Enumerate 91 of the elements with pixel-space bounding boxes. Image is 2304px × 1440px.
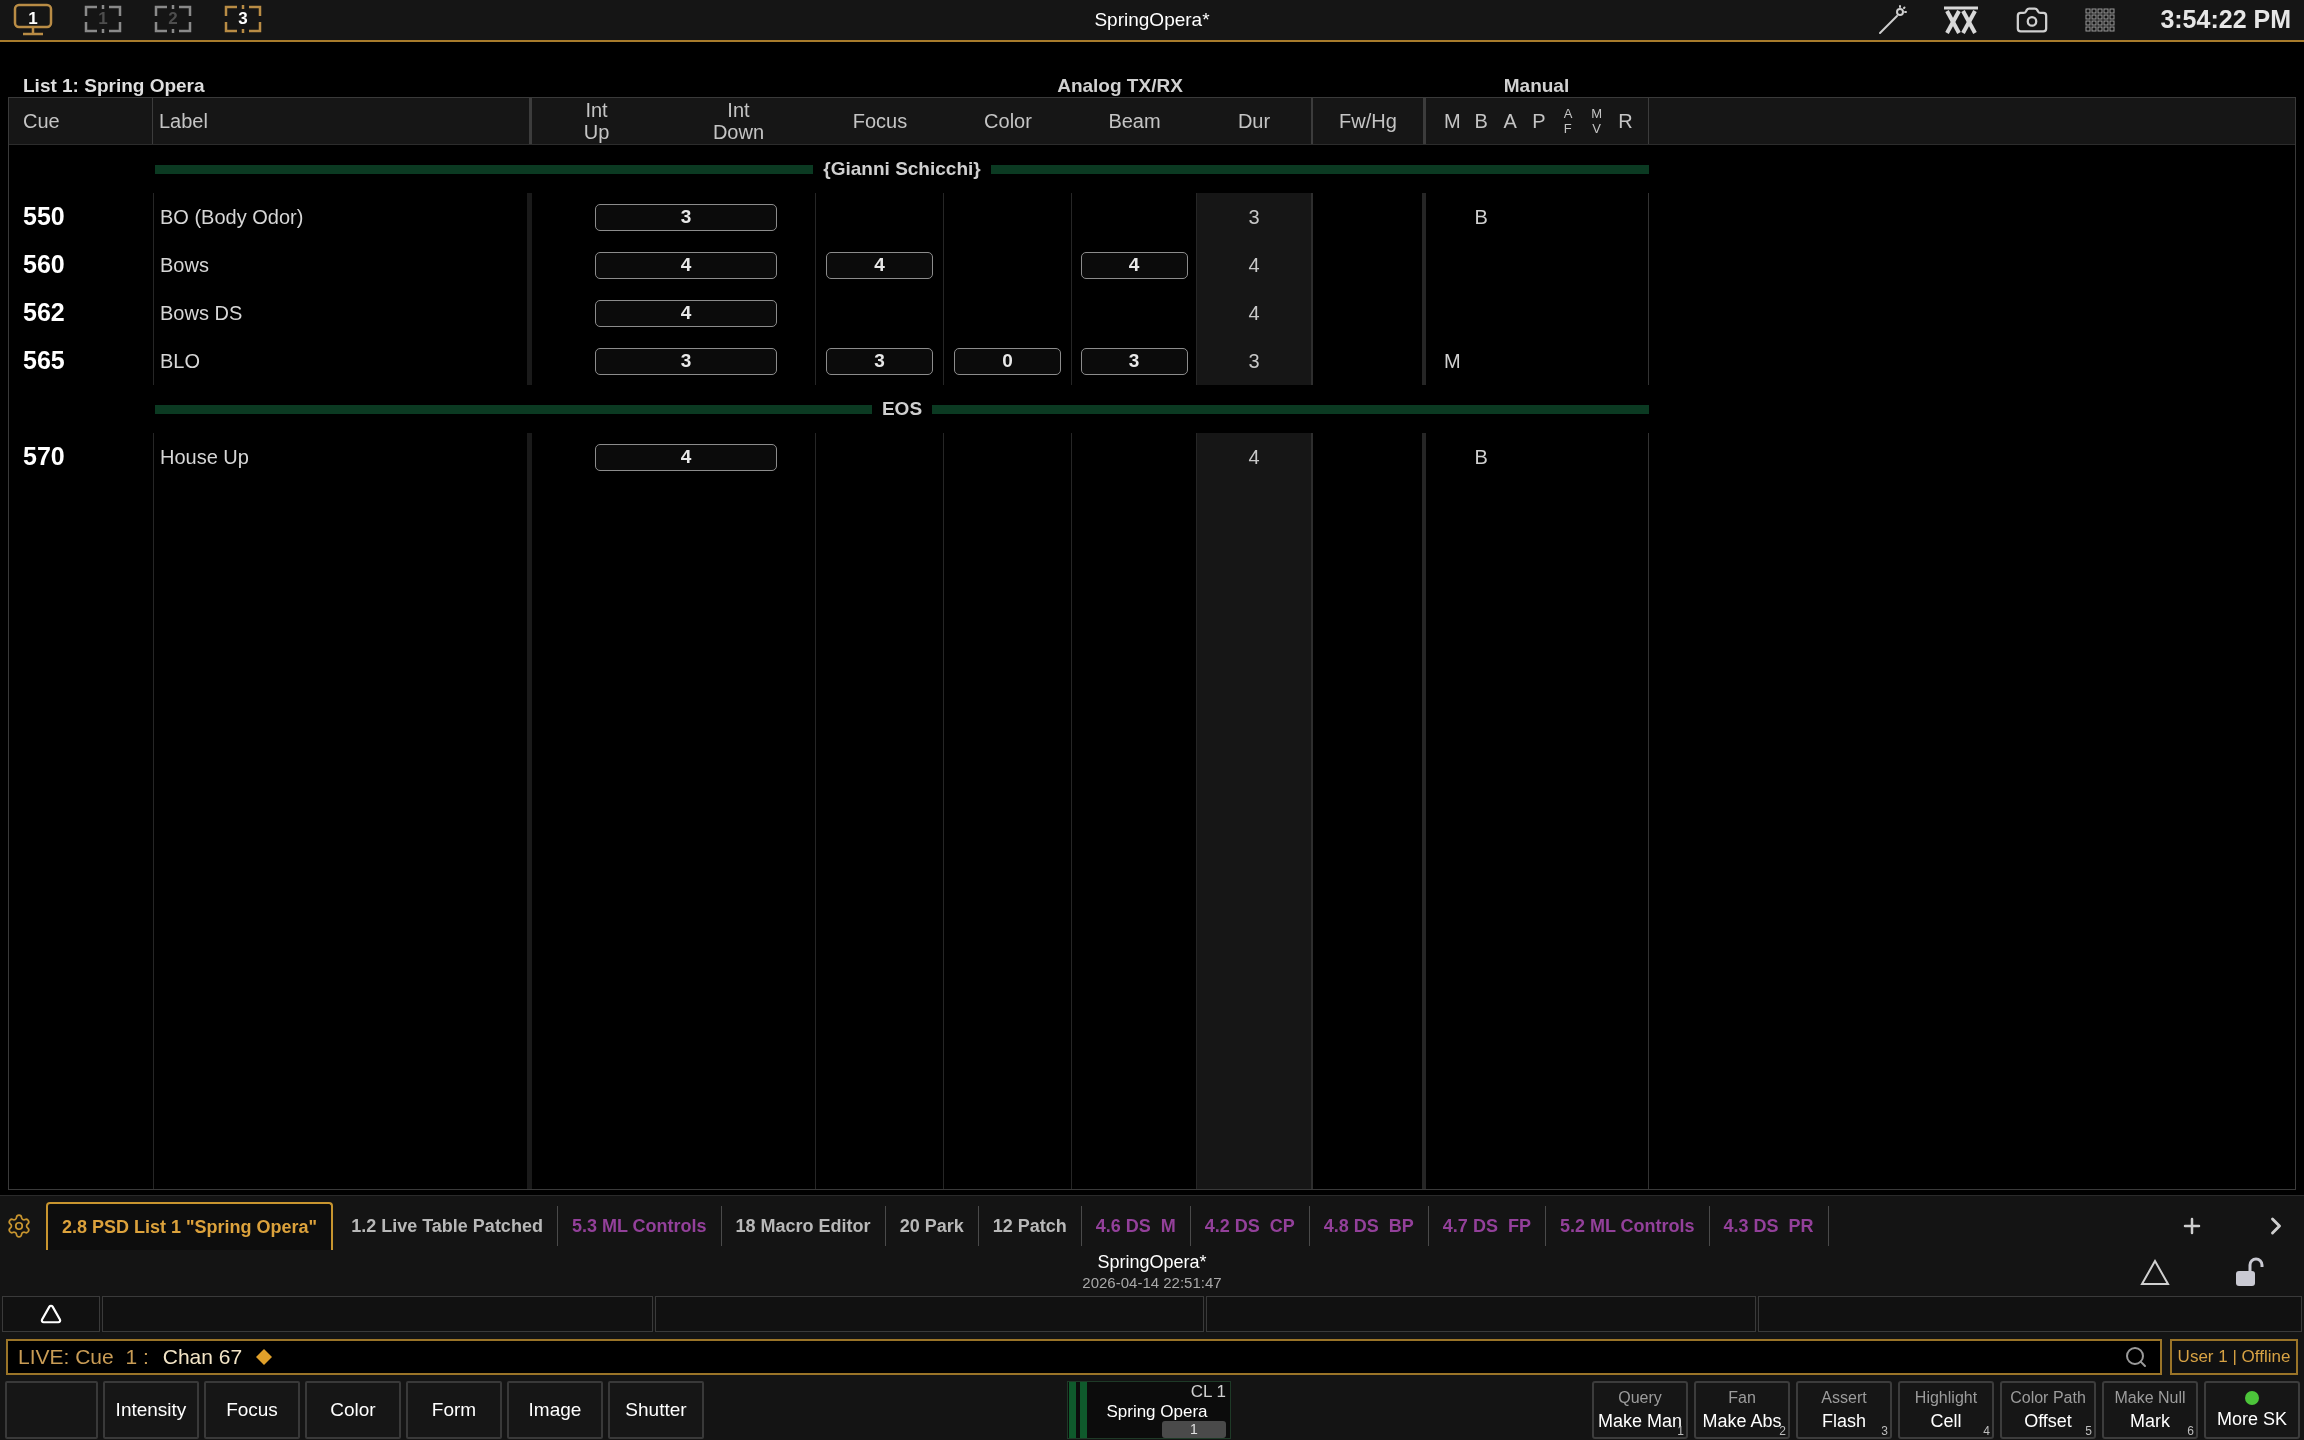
fader-value: 1 [1162,1421,1226,1438]
settings-icon[interactable] [6,1213,32,1239]
part-heading: EOS [880,396,924,421]
double-x-icon[interactable] [1943,6,1980,34]
duration-value: 4 [1248,445,1260,470]
column-header[interactable]: Fw/Hg [1339,106,1397,136]
focus-time: 4 [826,251,933,279]
softkey-button[interactable]: Highlight Cell 4 [1898,1381,1994,1439]
group-label: Analog TX/RX [1056,74,1184,98]
column-header[interactable]: A F [1563,106,1572,136]
cue-label: Bows DS [160,301,243,326]
fader-name: Spring Opera [1106,1402,1208,1421]
diamond-icon [256,1349,273,1365]
column-header[interactable]: Label [153,98,532,144]
monitor-icon [13,3,53,37]
category-button[interactable]: Form [406,1381,502,1439]
category-button[interactable]: Focus [204,1381,300,1439]
cue-label: BLO [160,349,201,374]
column-header[interactable]: Int Down [712,99,765,143]
column-header[interactable]: M [1444,106,1461,136]
wand-icon[interactable] [1877,5,1908,35]
column-header[interactable]: B [1474,106,1488,136]
softkey-button[interactable]: More SK [2204,1381,2300,1439]
screen-button[interactable]: 1 [13,3,53,37]
show-saved-time: 2026-04-14 22:51:47 [1082,1273,1222,1293]
beam-time: 3 [1080,347,1188,375]
tab[interactable]: 20 Park [885,1206,979,1246]
column-header[interactable]: Color [984,106,1032,136]
triangle-icon[interactable] [2140,1258,2170,1286]
column-header[interactable]: Focus [852,106,908,136]
flag-letter: M [1444,349,1461,374]
softkey-button[interactable]: Assert Flash 3 [1796,1381,1892,1439]
intensity-time: 4 [595,299,777,327]
color-time: 0 [954,347,1061,375]
intensity-time: 3 [595,203,777,231]
cue-label: Bows [160,253,209,278]
triangle-icon [40,1303,62,1325]
command-text: Chan 67 [162,1344,243,1371]
search-icon[interactable] [2124,1345,2148,1369]
cue-number: 562 [23,297,65,329]
fader-bars-icon [1068,1382,1088,1438]
cue-label: House Up [160,445,249,470]
tab[interactable]: 1.2 Live Table Patched [337,1206,558,1246]
column-header[interactable]: Dur [1237,106,1271,136]
cue-number: 550 [23,201,65,233]
show-name: SpringOpera* [1097,1251,1207,1274]
intensity-time: 4 [595,251,777,279]
cue-number: 560 [23,249,65,281]
intensity-time: 4 [595,443,777,471]
duration-value: 4 [1248,253,1260,278]
category-button[interactable]: Intensity [103,1381,199,1439]
column-header[interactable]: Beam [1108,106,1161,136]
list-title: List 1: Spring Opera [22,74,206,98]
unlocked-lock-icon[interactable] [2234,1257,2264,1287]
keypad-icon[interactable] [2085,7,2117,33]
intensity-time: 3 [595,347,777,375]
column-header[interactable]: Cue [9,98,153,144]
tab[interactable]: 18 Macro Editor [721,1206,886,1246]
softkey-button[interactable]: Color Path Offset 5 [2000,1381,2096,1439]
command-mode: LIVE: Cue 1 : [18,1344,149,1371]
flag-letter: B [1474,205,1488,230]
command-line-field[interactable]: LIVE: Cue 1 : Chan 67 [6,1339,2162,1375]
column-header[interactable]: M V [1591,106,1603,136]
duration-value: 3 [1248,205,1260,230]
user-status[interactable]: User 1 | Offline [2170,1339,2298,1375]
category-button[interactable]: Image [507,1381,603,1439]
cue-number: 570 [23,441,65,473]
cue-number: 565 [23,345,65,377]
duration-value: 3 [1248,349,1260,374]
window-title: SpringOpera* [1094,7,1210,32]
fader-label: CL 1 [1190,1382,1226,1402]
column-header[interactable]: P [1532,106,1546,136]
fader-panel[interactable]: CL 1 Spring Opera 1 [1067,1381,1231,1439]
focus-time: 3 [826,347,933,375]
cue-label: BO (Body Odor) [160,205,304,230]
category-button[interactable]: Color [305,1381,401,1439]
part-heading: {Gianni Schicchi} [822,156,982,181]
column-header[interactable]: R [1618,106,1633,136]
duration-value: 4 [1248,301,1260,326]
column-header[interactable]: A [1503,106,1517,136]
clock-time: 3:54:22 PM [2160,4,2291,36]
tab[interactable]: 2.8 PSD List 1 "Spring Opera" [46,1202,334,1250]
category-button[interactable]: Shutter [608,1381,704,1439]
group-label: Manual [1502,74,1571,98]
flag-letter: B [1474,445,1488,470]
tab[interactable]: 12 Patch [978,1206,1082,1246]
delta-button[interactable] [2,1296,100,1332]
screen-button[interactable]: 3 [223,3,263,37]
beam-time: 4 [1080,251,1188,279]
column-header[interactable]: Int Up [583,99,610,143]
softkey-button[interactable]: Make Null Mark 6 [2102,1381,2198,1439]
